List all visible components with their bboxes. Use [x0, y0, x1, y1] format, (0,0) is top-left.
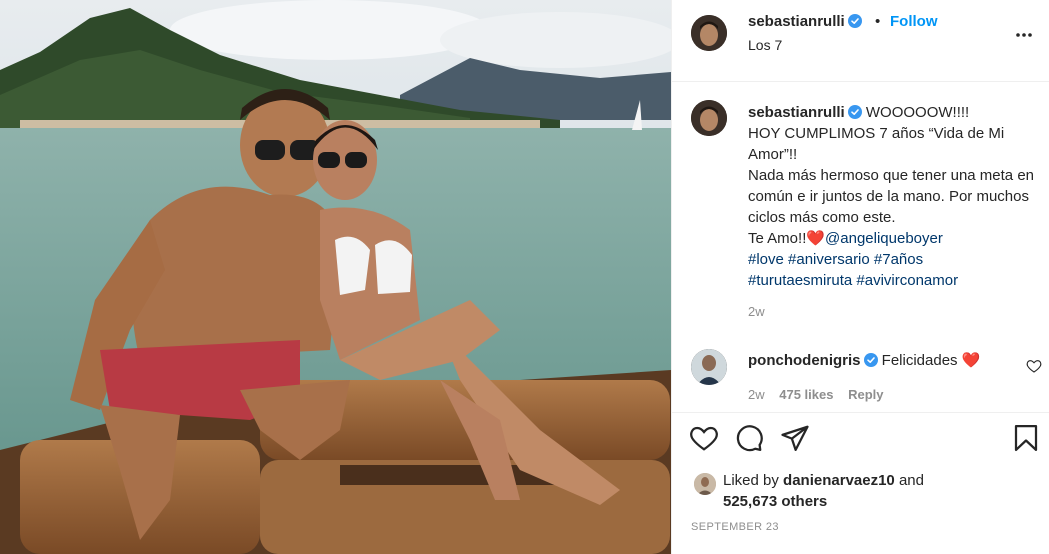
share-icon[interactable] — [780, 423, 810, 453]
author-username-text[interactable]: sebastianrulli — [748, 13, 845, 30]
caption-username[interactable]: sebastianrulli — [748, 104, 845, 121]
caption-line-2: HOY CUMPLIMOS 7 años “Vida de Mi Amor”!! — [748, 125, 1005, 163]
caption-line-4: Te Amo!! — [748, 230, 807, 247]
caption-text: sebastianrulli WOOOOOW!!!! HOY CUMPLIMOS… — [748, 102, 1040, 291]
heart-emoji: ❤️ — [806, 230, 826, 247]
comment-icon[interactable] — [734, 423, 764, 453]
reply-button[interactable]: Reply — [848, 387, 883, 402]
post-image — [0, 0, 671, 554]
likes-connector: and — [898, 472, 924, 489]
caption-line-1: WOOOOOW!!!! — [865, 104, 970, 121]
author-avatar[interactable] — [691, 15, 727, 51]
liker-avatar[interactable] — [694, 473, 716, 495]
header-separator: • — [875, 13, 881, 30]
verified-badge-icon — [863, 353, 878, 367]
hashtags-line-2[interactable]: #turutaesmiruta #avivirconamor — [748, 272, 958, 289]
verified-badge-icon — [847, 105, 862, 119]
comment-like-heart-icon[interactable] — [1026, 358, 1042, 374]
follow-button[interactable]: Follow — [890, 13, 938, 30]
caption-author-avatar[interactable] — [691, 100, 727, 136]
comment-likes[interactable]: 475 likes — [779, 387, 833, 402]
author-username[interactable]: sebastianrulli — [748, 13, 862, 30]
commenter-avatar[interactable] — [691, 349, 727, 385]
post-date[interactable]: SEPTEMBER 23 — [691, 521, 779, 533]
commenter-avatar-image — [691, 349, 727, 385]
comment-meta: 2w 475 likes Reply — [748, 387, 895, 402]
comment-time-ago[interactable]: 2w — [748, 387, 765, 402]
heart-icon[interactable] — [689, 423, 719, 453]
caption-avatar-image — [691, 100, 727, 136]
post-details-panel: sebastianrulli • Follow Los 7 sebastianr… — [671, 0, 1049, 554]
caption-time-ago[interactable]: 2w — [748, 304, 765, 319]
post-location[interactable]: Los 7 — [748, 37, 782, 53]
comment-text: ponchodenigris Felicidades ❤️ — [748, 350, 980, 371]
more-options-icon[interactable] — [1014, 25, 1034, 45]
liker-username[interactable]: danienarvaez10 — [783, 472, 895, 489]
likes-count[interactable]: 525,673 others — [723, 493, 827, 510]
likes-prefix: Liked by — [723, 472, 779, 489]
caption-line-3: Nada más hermoso que tener una meta en c… — [748, 167, 1035, 226]
bookmark-icon[interactable] — [1011, 423, 1041, 453]
likes-text: Liked by danienarvaez10 and 525,673 othe… — [723, 470, 924, 512]
author-avatar-image — [691, 15, 727, 51]
post-header: sebastianrulli • Follow Los 7 — [672, 0, 1049, 82]
post-photo[interactable] — [0, 0, 671, 554]
comment-username[interactable]: ponchodenigris — [748, 352, 861, 369]
hashtags-line-1[interactable]: #love #aniversario #7años — [748, 251, 923, 268]
liker-avatar-image — [694, 473, 716, 495]
comment-heart-emoji: ❤️ — [961, 352, 981, 369]
verified-badge-icon — [847, 14, 862, 28]
mention-link[interactable]: @angeliqueboyer — [825, 230, 943, 247]
comment-body: Felicidades — [881, 352, 958, 369]
action-bar — [672, 412, 1049, 464]
